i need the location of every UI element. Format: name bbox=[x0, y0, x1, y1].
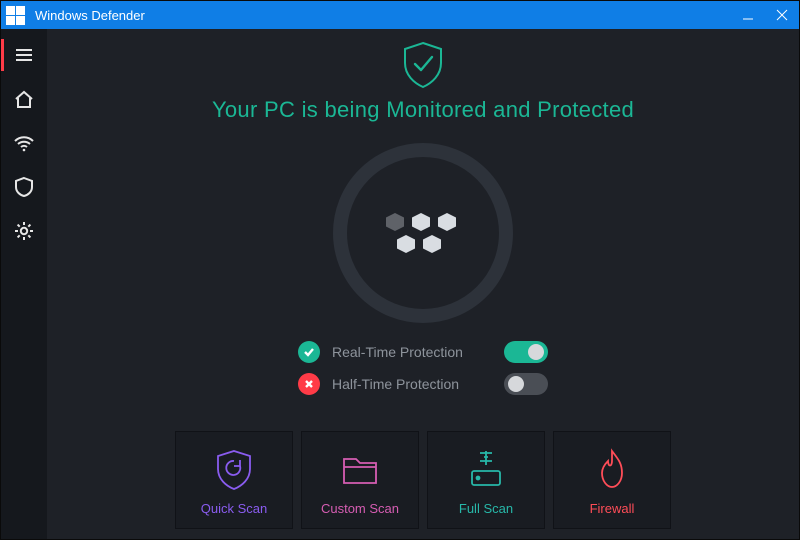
hamburger-icon bbox=[13, 44, 35, 66]
titlebar: Windows Defender bbox=[1, 1, 799, 29]
close-button[interactable] bbox=[765, 1, 799, 29]
shield-icon bbox=[13, 175, 35, 199]
scan-progress-ring bbox=[333, 143, 513, 323]
toggle-label: Half-Time Protection bbox=[332, 376, 492, 392]
toggle-row-realtime: Real-Time Protection bbox=[298, 341, 548, 363]
action-label: Custom Scan bbox=[321, 501, 399, 516]
window-controls bbox=[731, 1, 799, 29]
minimize-button[interactable] bbox=[731, 1, 765, 29]
check-circle-icon bbox=[298, 341, 320, 363]
home-icon bbox=[13, 88, 35, 110]
custom-scan-button[interactable]: Custom Scan bbox=[301, 431, 419, 529]
shield-refresh-icon bbox=[210, 445, 258, 493]
sidebar-item-home[interactable] bbox=[1, 77, 47, 121]
halftime-protection-toggle[interactable] bbox=[504, 373, 548, 395]
window-title: Windows Defender bbox=[35, 8, 731, 23]
toggle-label: Real-Time Protection bbox=[332, 344, 492, 360]
toggle-row-halftime: Half-Time Protection bbox=[298, 373, 548, 395]
loading-hex-icon bbox=[386, 213, 460, 253]
windows-logo-icon bbox=[1, 1, 29, 29]
folder-icon bbox=[336, 445, 384, 493]
sidebar-item-wifi[interactable] bbox=[1, 121, 47, 165]
action-label: Firewall bbox=[590, 501, 635, 516]
sidebar-item-settings[interactable] bbox=[1, 209, 47, 253]
flame-icon bbox=[588, 445, 636, 493]
x-circle-icon bbox=[298, 373, 320, 395]
action-bar: Quick Scan Custom Scan Full Scan Firewal… bbox=[175, 431, 671, 529]
status-headline: Your PC is being Monitored and Protected bbox=[212, 97, 634, 123]
action-label: Quick Scan bbox=[201, 501, 267, 516]
full-scan-button[interactable]: Full Scan bbox=[427, 431, 545, 529]
sidebar-item-menu[interactable] bbox=[1, 33, 47, 77]
protection-toggles: Real-Time Protection Half-Time Protectio… bbox=[298, 341, 548, 395]
main-content: Your PC is being Monitored and Protected… bbox=[47, 29, 799, 539]
drive-icon bbox=[462, 445, 510, 493]
action-label: Full Scan bbox=[459, 501, 513, 516]
wifi-icon bbox=[12, 132, 36, 154]
sidebar bbox=[1, 29, 47, 539]
protection-shield-icon bbox=[399, 39, 447, 91]
firewall-button[interactable]: Firewall bbox=[553, 431, 671, 529]
quick-scan-button[interactable]: Quick Scan bbox=[175, 431, 293, 529]
sidebar-item-shield[interactable] bbox=[1, 165, 47, 209]
gear-icon bbox=[13, 220, 35, 242]
realtime-protection-toggle[interactable] bbox=[504, 341, 548, 363]
app-window: Windows Defender bbox=[0, 0, 800, 540]
